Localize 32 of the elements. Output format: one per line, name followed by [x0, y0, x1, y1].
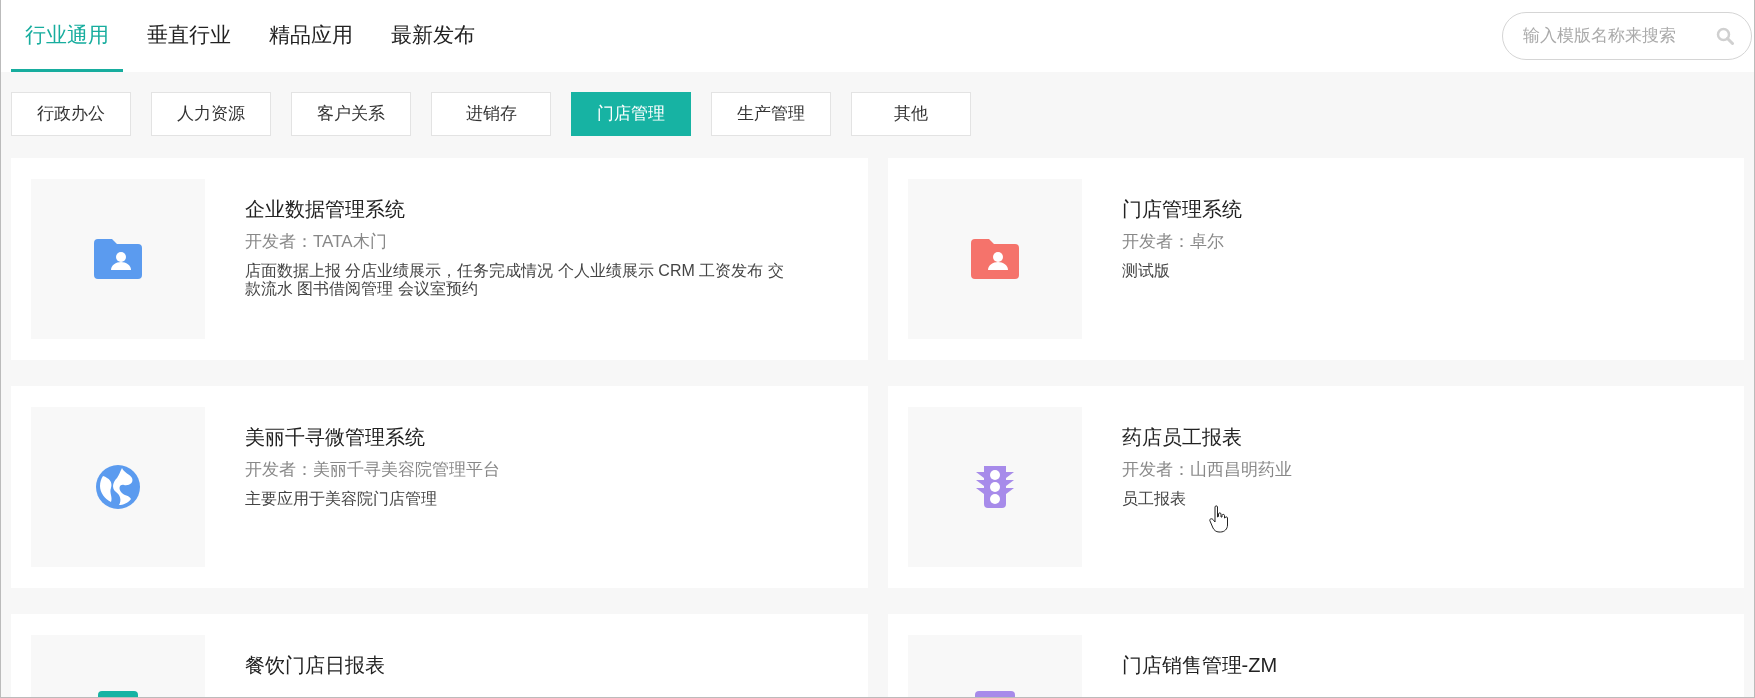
tab[interactable]: 最新发布 [377, 0, 489, 72]
tab[interactable]: 精品应用 [255, 0, 367, 72]
app-title: 企业数据管理系统 [245, 197, 406, 222]
developer-text: 开发者：卓尔 [1121, 231, 1225, 253]
app-title: 药店员工报表 [1121, 425, 1243, 450]
app-title: 餐饮门店日报表 [245, 653, 385, 678]
developer-text: 开发者：TATA木门 [245, 231, 388, 253]
app-title: 美丽千寻微管理系统 [245, 425, 426, 450]
app-description: 主要应用于美容院门店管理 [245, 490, 438, 508]
app-description: 店面数据上报 分店业绩展示，任务完成情况 个人业绩展示 CRM 工资发布 交款流水 图书借阅管理 会议室预约 [245, 262, 785, 298]
category-button[interactable]: 进销存 [431, 92, 551, 136]
tab[interactable]: 垂直行业 [133, 0, 245, 72]
app-card[interactable]: 餐饮门店日报表 [11, 614, 868, 697]
category-button[interactable]: 人力资源 [151, 92, 271, 136]
category-button[interactable]: 生产管理 [711, 92, 831, 136]
hand-cursor-icon [1209, 505, 1229, 533]
app-title: 门店销售管理-ZM [1121, 653, 1278, 678]
app-description: 测试版 [1121, 262, 1171, 280]
developer-text: 开发者：山西昌明药业 [1121, 459, 1292, 481]
search-field[interactable]: 输入模版名称来搜索 [1502, 12, 1752, 60]
app-description: 员工报表 [1121, 490, 1187, 508]
app-card[interactable]: 药店员工报表 开发者：山西昌明药业 员工报表 [887, 386, 1744, 588]
app-card[interactable]: 企业数据管理系统 开发者：TATA木门 店面数据上报 分店业绩展示，任务完成情况 个人业绩展示 CRM 工资发布 交款流水 图书借阅管理 会议室预约 [11, 158, 868, 360]
app-title: 门店管理系统 [1121, 197, 1242, 222]
developer-text: 开发者：美丽千寻美容院管理平台 [245, 459, 500, 481]
app-card[interactable]: 门店销售管理-ZM [887, 614, 1744, 697]
app-card[interactable]: 门店管理系统 开发者：卓尔 测试版 [887, 158, 1744, 360]
search-icon[interactable] [1716, 27, 1734, 45]
app-card[interactable]: 美丽千寻微管理系统 开发者：美丽千寻美容院管理平台 主要应用于美容院门店管理 [11, 386, 868, 588]
category-button[interactable]: 行政办公 [11, 92, 131, 136]
category-button[interactable]: 客户关系 [291, 92, 411, 136]
category-button[interactable]: 其他 [851, 92, 971, 136]
